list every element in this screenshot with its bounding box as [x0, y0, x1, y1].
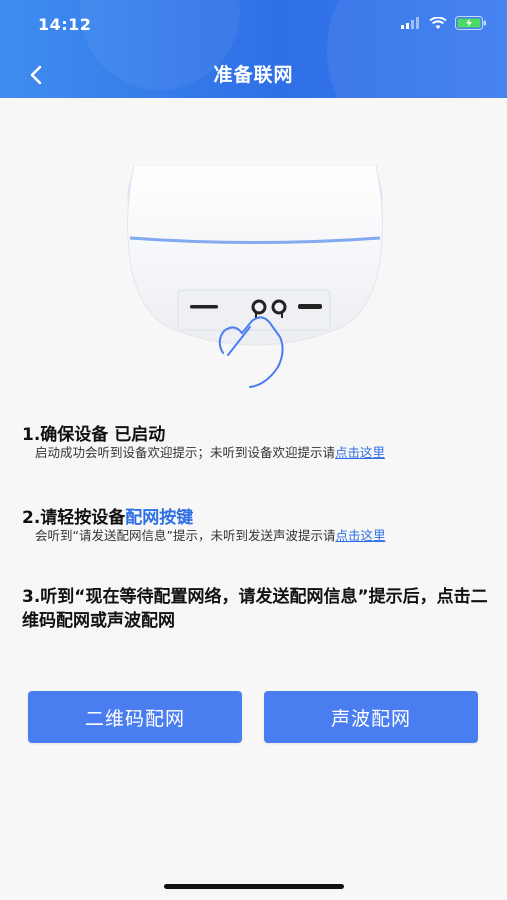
- signal-icon: [401, 17, 419, 29]
- step-1-help-link[interactable]: 点击这里: [335, 445, 385, 460]
- battery-charging-icon: [455, 16, 486, 30]
- step-3-title: 3.听到“现在等待配置网络，请发送配网信息”提示后，点击二维码配网或声波配网: [22, 587, 488, 631]
- status-icons: [401, 16, 487, 30]
- device-illustration: [127, 165, 383, 388]
- step-1-desc: 启动成功会听到设备欢迎提示；未听到设备欢迎提示请点击这里: [35, 445, 475, 460]
- qr-pairing-button[interactable]: 二维码配网: [28, 691, 242, 743]
- step-1-title: 1.确保设备 已启动: [22, 425, 166, 445]
- step-2-title: 2.请轻按设备配网按键: [22, 503, 193, 528]
- step-2-desc: 会听到“请发送配网信息”提示，未听到发送声波提示请点击这里: [35, 528, 475, 543]
- step-2-help-link[interactable]: 点击这里: [335, 528, 385, 543]
- step-1-desc-text: 启动成功会听到设备欢迎提示；未听到设备欢迎提示请: [35, 445, 336, 460]
- header-bar: 14:12 准备联网: [0, 0, 507, 98]
- page-title: 准备联网: [213, 64, 294, 86]
- step-2-title-highlight: 配网按键: [125, 508, 194, 528]
- status-time: 14:12: [38, 15, 92, 34]
- sound-pairing-button[interactable]: 声波配网: [264, 691, 478, 743]
- home-indicator[interactable]: [164, 884, 344, 889]
- step-2-desc-text: 会听到“请发送配网信息”提示，未听到发送声波提示请: [35, 528, 336, 543]
- wifi-icon: [429, 16, 447, 29]
- step-2-title-text: 2.请轻按设备: [22, 508, 126, 528]
